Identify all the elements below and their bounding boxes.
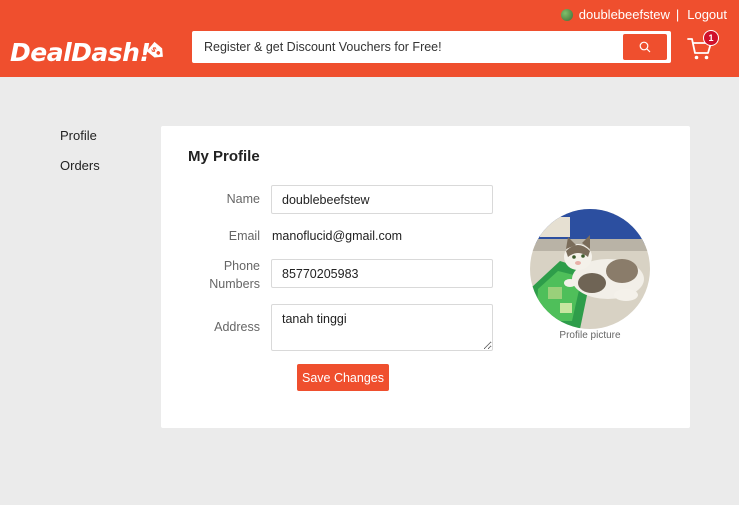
address-field[interactable]: tanah tinggi bbox=[271, 304, 493, 351]
user-bar: doublebeefstew | Logout bbox=[560, 7, 727, 22]
top-header: doublebeefstew | Logout DealDash! $ 1 bbox=[0, 0, 739, 77]
user-avatar-icon bbox=[560, 8, 573, 21]
logout-link[interactable]: Logout bbox=[687, 7, 727, 22]
profile-picture[interactable] bbox=[530, 209, 650, 329]
price-tag-icon: $ bbox=[146, 41, 163, 58]
search-button[interactable] bbox=[623, 34, 667, 60]
logo[interactable]: DealDash! bbox=[10, 38, 151, 67]
email-label: Email bbox=[228, 229, 260, 243]
phone-field[interactable] bbox=[271, 259, 493, 288]
name-field[interactable] bbox=[271, 185, 493, 214]
cat-photo-image bbox=[530, 209, 650, 329]
sidebar-item-profile[interactable]: Profile bbox=[60, 128, 100, 158]
save-changes-button[interactable]: Save Changes bbox=[297, 364, 389, 391]
cart-count-badge: 1 bbox=[703, 30, 719, 46]
name-label: Name bbox=[226, 192, 260, 206]
profile-card: My Profile Name Email manoflucid@gmail.c… bbox=[161, 126, 690, 428]
phone-label-line1: Phone bbox=[223, 259, 260, 273]
profile-picture-caption: Profile picture bbox=[559, 330, 621, 341]
phone-label-line2: Numbers bbox=[209, 277, 260, 291]
phone-label: Phone Numbers bbox=[150, 257, 260, 293]
user-bar-separator: | bbox=[675, 7, 680, 22]
sidebar-nav: Profile Orders bbox=[60, 128, 100, 188]
search-box bbox=[192, 31, 671, 63]
email-value: manoflucid@gmail.com bbox=[272, 229, 403, 243]
username-link[interactable]: doublebeefstew bbox=[579, 7, 670, 22]
address-label: Address bbox=[214, 320, 260, 334]
page-title: My Profile bbox=[188, 148, 260, 165]
search-input[interactable] bbox=[192, 31, 612, 63]
sidebar-item-orders[interactable]: Orders bbox=[60, 158, 100, 188]
search-icon bbox=[639, 41, 651, 53]
